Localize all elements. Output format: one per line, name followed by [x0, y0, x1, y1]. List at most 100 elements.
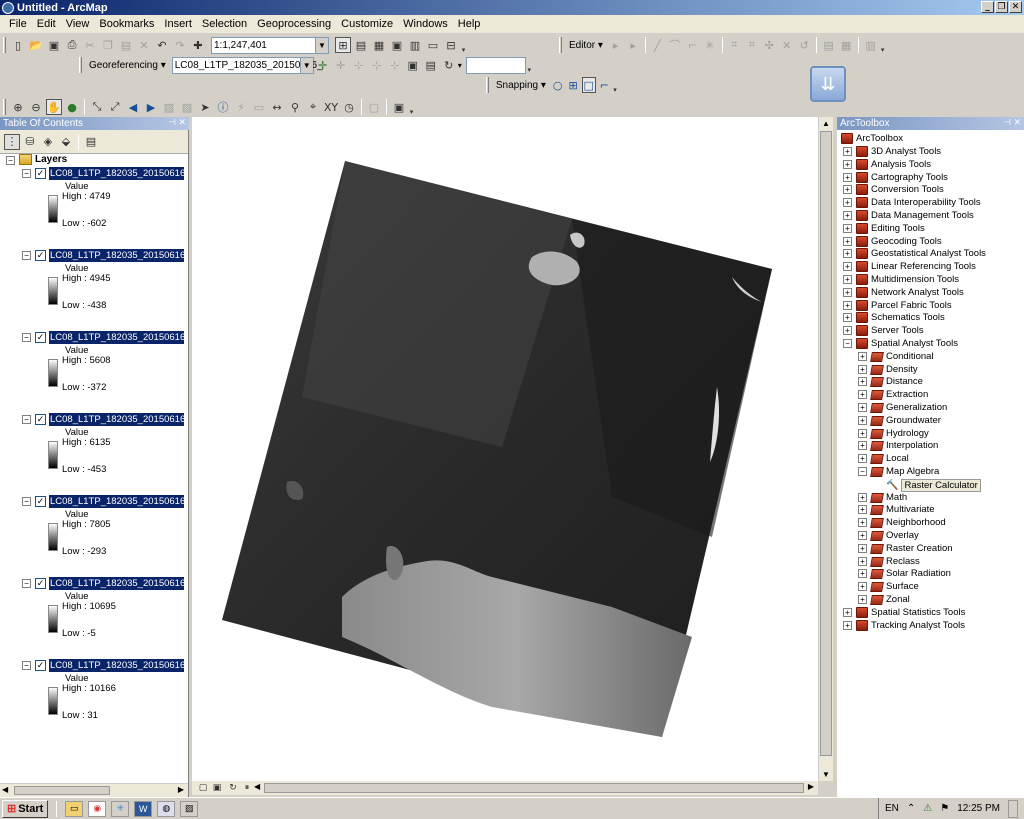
attributes-icon[interactable]: ▤ — [821, 37, 836, 53]
toolset-item[interactable]: + Hydrology — [858, 428, 929, 439]
tray-expand-icon[interactable]: ⌃ — [907, 803, 915, 814]
list-by-selection-icon[interactable]: ⬙ — [58, 134, 74, 150]
layers-collapse-icon[interactable]: − — [6, 156, 15, 165]
expand-icon[interactable]: + — [843, 275, 852, 284]
layer-collapse-icon[interactable]: − — [22, 333, 31, 342]
expand-icon[interactable]: + — [858, 505, 867, 514]
snapping-overflow-icon[interactable]: ▾ — [612, 85, 618, 97]
sketch-properties-icon[interactable]: ▦ — [838, 37, 853, 53]
measure-icon[interactable]: ↔ — [269, 99, 285, 115]
point-snapping-icon[interactable]: ○ — [551, 77, 564, 93]
search-window-icon[interactable]: ▣ — [389, 37, 405, 53]
explorer-icon[interactable]: ▭ — [65, 800, 84, 817]
viewer-icon[interactable]: ▣ — [405, 57, 421, 73]
vertex-snapping-icon[interactable]: □ — [581, 77, 596, 93]
fixed-zoom-out-icon[interactable]: ⤢ — [107, 99, 123, 115]
create-viewer-icon[interactable]: ▢ — [366, 99, 382, 115]
toolset-item[interactable]: + Math — [858, 492, 907, 503]
expand-icon[interactable]: + — [858, 377, 867, 386]
toolbox-item[interactable]: + Conversion Tools — [843, 184, 944, 195]
split-icon[interactable]: ✕ — [779, 37, 794, 53]
menu-selection[interactable]: Selection — [197, 18, 252, 30]
toolbox-item[interactable]: + Cartography Tools — [843, 172, 948, 183]
expand-icon[interactable]: + — [843, 301, 852, 310]
toolbox-item[interactable]: + Geostatistical Analyst Tools — [843, 248, 986, 259]
map-hscroll-thumb[interactable] — [264, 783, 804, 793]
expand-icon[interactable]: + — [843, 313, 852, 322]
layer-collapse-icon[interactable]: − — [22, 497, 31, 506]
find-route-icon[interactable]: ⌖ — [305, 99, 321, 115]
edit-tool-icon[interactable]: ▸ — [608, 37, 623, 53]
menu-insert[interactable]: Insert — [159, 18, 197, 30]
toc-pin-close-icon[interactable]: ⊣ ✕ — [168, 117, 186, 128]
link-table-icon[interactable]: ▤ — [423, 57, 439, 73]
hyperlink-icon[interactable]: ⚡ — [233, 99, 249, 115]
expand-icon[interactable]: + — [843, 211, 852, 220]
menu-bookmarks[interactable]: Bookmarks — [94, 18, 159, 30]
start-button[interactable]: ⊞ Start — [2, 799, 49, 818]
menu-file[interactable]: File — [4, 18, 32, 30]
toolset-item[interactable]: + Generalization — [858, 402, 947, 413]
list-by-source-icon[interactable]: ⛁ — [22, 134, 38, 150]
swipe-icon[interactable]: ▣ — [391, 99, 407, 115]
toolbox-item[interactable]: + Parcel Fabric Tools — [843, 300, 952, 311]
map-horizontal-scrollbar[interactable]: ▢ ▣ ↻ ⏸ ◀ ▶ — [192, 781, 818, 795]
network-icon[interactable]: ✳ — [111, 800, 130, 817]
toolset-item[interactable]: + Zonal — [858, 594, 910, 605]
toolset-item[interactable]: + Distance — [858, 376, 923, 387]
expand-icon[interactable]: + — [843, 147, 852, 156]
undo-icon[interactable]: ↶ — [154, 37, 170, 53]
menu-edit[interactable]: Edit — [32, 18, 61, 30]
menu-customize[interactable]: Customize — [336, 18, 398, 30]
map-vertical-scrollbar[interactable]: ▲ ▼ — [818, 117, 833, 781]
layer-visibility-checkbox[interactable]: ✓ — [35, 660, 46, 671]
point-icon[interactable]: ⌐ — [685, 37, 700, 53]
map-navigation-icon[interactable]: ⇊ — [810, 66, 846, 102]
open-icon[interactable]: 📂 — [28, 37, 44, 53]
editor-toolbar-icon[interactable]: ⊞ — [335, 37, 351, 53]
full-extent-icon[interactable]: ● — [64, 99, 80, 115]
toolset-item[interactable]: + Conditional — [858, 351, 934, 362]
layer-name[interactable]: LC08_L1TP_182035_20150616_20 — [49, 577, 184, 590]
toolbox-item[interactable]: + Data Management Tools — [843, 210, 974, 221]
layer-collapse-icon[interactable]: − — [22, 251, 31, 260]
arctoolbox-root[interactable]: ArcToolbox — [841, 133, 903, 144]
toolset-item[interactable]: + Density — [858, 364, 918, 375]
collapse-icon[interactable]: − — [843, 339, 852, 348]
rotate-icon[interactable]: ↺ — [796, 37, 811, 53]
toolbox-item[interactable]: + Schematics Tools — [843, 312, 945, 323]
layer-name[interactable]: LC08_L1TP_182035_20150616_20 — [49, 413, 184, 426]
map-display[interactable] — [192, 117, 818, 781]
edge-snapping-icon[interactable]: ⌐ — [598, 77, 611, 93]
editor-overflow-icon[interactable]: ▾ — [879, 45, 886, 57]
menu-view[interactable]: View — [61, 18, 95, 30]
expand-icon[interactable]: + — [843, 198, 852, 207]
toolbox-item[interactable]: + Linear Referencing Tools — [843, 261, 976, 272]
rotate-dropdown-icon[interactable]: ▾ — [458, 61, 462, 70]
expand-icon[interactable]: + — [858, 390, 867, 399]
toolset-item[interactable]: + Solar Radiation — [858, 568, 951, 579]
expand-icon[interactable]: + — [843, 262, 852, 271]
model-builder-icon[interactable]: ⊟ — [443, 37, 459, 53]
select-elements-icon[interactable]: ➤ — [197, 99, 213, 115]
scroll-up-icon[interactable]: ▲ — [822, 119, 830, 128]
zoom-to-link-icon[interactable]: ⊹ — [369, 57, 385, 73]
layer-name[interactable]: LC08_L1TP_182035_20150616_20 — [49, 659, 184, 672]
expand-icon[interactable]: + — [858, 493, 867, 502]
georef-layer-combo[interactable]: LC08_L1TP_182035_20150616_ ▼ — [171, 56, 323, 74]
toolbox-item[interactable]: + Tracking Analyst Tools — [843, 620, 965, 631]
delete-icon[interactable]: ✕ — [136, 37, 152, 53]
expand-icon[interactable]: + — [858, 416, 867, 425]
map-scale-combo[interactable]: 1:1,247,401 ▼ — [211, 36, 329, 54]
expand-icon[interactable]: + — [858, 569, 867, 578]
expand-icon[interactable]: + — [858, 557, 867, 566]
word-icon[interactable]: W — [134, 800, 153, 817]
straight-segment-icon[interactable]: ╱ — [650, 37, 665, 53]
expand-icon[interactable]: + — [858, 454, 867, 463]
layer-visibility-checkbox[interactable]: ✓ — [35, 414, 46, 425]
toolbox-item[interactable]: +3D Analyst Tools — [843, 146, 941, 157]
chrome-icon[interactable]: ◉ — [88, 800, 107, 817]
toolbox-item[interactable]: + Multidimension Tools — [843, 274, 959, 285]
toolbox-item[interactable]: + Network Analyst Tools — [843, 287, 964, 298]
table-of-contents-icon[interactable]: ▤ — [353, 37, 369, 53]
